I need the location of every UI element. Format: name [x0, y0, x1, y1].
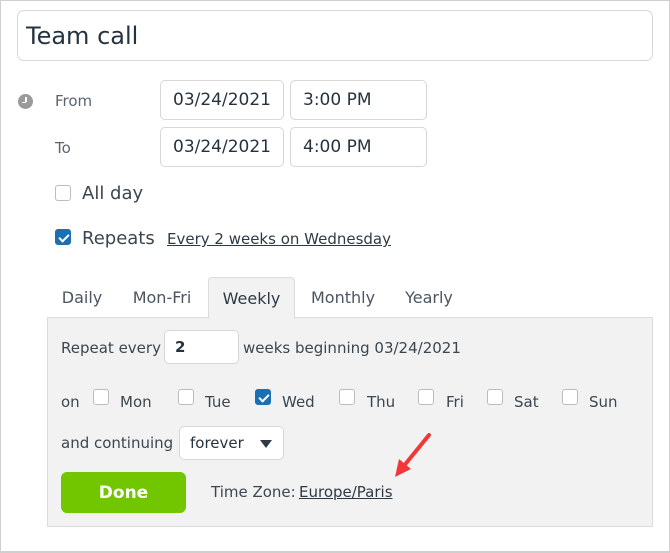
day-label-mon: Mon	[120, 393, 152, 411]
all-day-checkbox[interactable]	[55, 185, 71, 201]
day-label-thu: Thu	[367, 393, 396, 411]
repeats-label: Repeats	[82, 228, 155, 249]
day-checkbox-fri[interactable]	[418, 389, 434, 405]
day-checkbox-wed[interactable]	[255, 389, 271, 405]
continuing-select[interactable]: forever	[179, 426, 284, 460]
timezone-label: Time Zone:	[211, 483, 296, 501]
day-checkbox-tue[interactable]	[178, 389, 194, 405]
from-date-input[interactable]	[160, 80, 284, 120]
event-editor-frame: From To All day Repeats Every 2 weeks on…	[0, 0, 670, 553]
done-button[interactable]: Done	[61, 472, 186, 513]
to-date-input[interactable]	[160, 127, 284, 167]
tab-mon-fri[interactable]: Mon-Fri	[121, 277, 203, 318]
day-checkbox-mon[interactable]	[93, 389, 109, 405]
day-label-wed: Wed	[282, 393, 315, 411]
timezone-link[interactable]: Europe/Paris	[299, 483, 393, 501]
on-label: on	[61, 393, 80, 411]
tab-monthly[interactable]: Monthly	[301, 277, 385, 318]
tab-yearly[interactable]: Yearly	[393, 277, 465, 318]
day-checkbox-thu[interactable]	[339, 389, 355, 405]
from-label: From	[55, 92, 93, 110]
repeat-every-label: Repeat every	[61, 339, 161, 357]
day-checkbox-sat[interactable]	[487, 389, 503, 405]
tab-daily[interactable]: Daily	[49, 277, 115, 318]
all-day-label: All day	[82, 183, 144, 204]
from-time-input[interactable]	[290, 80, 427, 120]
repeat-interval-input[interactable]	[164, 330, 239, 364]
clock-icon	[18, 94, 33, 109]
day-label-tue: Tue	[205, 393, 231, 411]
to-label: To	[55, 139, 71, 157]
repeats-checkbox[interactable]	[55, 229, 71, 245]
day-label-sat: Sat	[514, 393, 539, 411]
day-label-sun: Sun	[589, 393, 618, 411]
dropdown-caret-icon	[260, 440, 272, 448]
repeat-summary-link[interactable]: Every 2 weeks on Wednesday	[167, 230, 391, 248]
day-checkbox-sun[interactable]	[562, 389, 578, 405]
continuing-value: forever	[190, 434, 244, 452]
day-label-fri: Fri	[446, 393, 464, 411]
tab-weekly[interactable]: Weekly	[208, 277, 295, 319]
weeks-beginning-text: weeks beginning 03/24/2021	[243, 339, 461, 357]
continuing-label: and continuing	[61, 434, 174, 452]
event-title-input[interactable]	[17, 10, 653, 61]
to-time-input[interactable]	[290, 127, 427, 167]
annotation-arrow-icon	[395, 433, 431, 477]
arrow-shaft	[401, 433, 431, 469]
